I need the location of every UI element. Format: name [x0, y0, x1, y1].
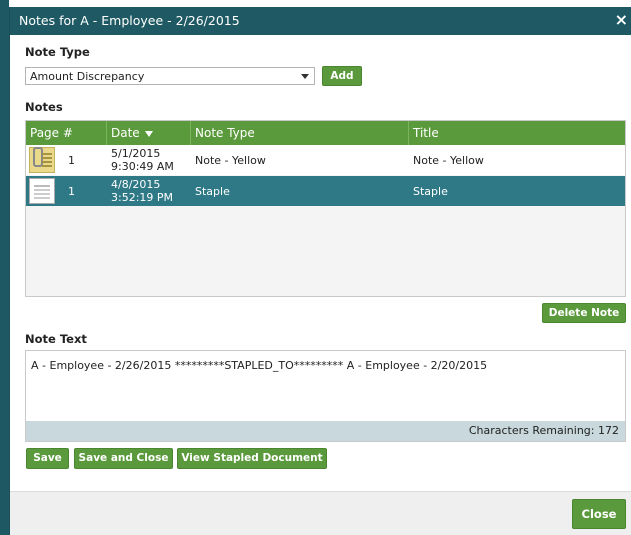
notes-label: Notes [25, 100, 63, 114]
add-note-type-button[interactable]: Add [322, 66, 362, 86]
column-header-page[interactable]: Page # [26, 121, 107, 145]
row-note-type: Note - Yellow [195, 153, 266, 167]
close-icon[interactable]: × [615, 11, 628, 29]
row-title: Staple [413, 184, 448, 198]
dialog-title: Notes for A - Employee - 2/26/2015 [19, 13, 240, 28]
dialog-title-bar: Notes for A - Employee - 2/26/2015 × [10, 7, 631, 35]
note-type-label: Note Type [25, 45, 90, 59]
note-text-value: A - Employee - 2/26/2015 *********STAPLE… [31, 359, 488, 372]
stapled-document-thumbnail-icon [29, 178, 55, 204]
row-page: 1 [68, 153, 75, 167]
close-button[interactable]: Close [572, 499, 626, 529]
characters-remaining: Characters Remaining: 172 [26, 421, 625, 441]
notes-dialog: Notes for A - Employee - 2/26/2015 × Not… [9, 7, 631, 535]
sort-descending-icon [144, 130, 153, 137]
row-date: 5/1/2015 9:30:49 AM [111, 147, 174, 173]
save-and-close-button[interactable]: Save and Close [74, 448, 173, 469]
row-date: 4/8/2015 3:52:19 PM [111, 178, 174, 204]
row-page: 1 [68, 184, 75, 198]
note-text-area[interactable]: A - Employee - 2/26/2015 *********STAPLE… [25, 350, 626, 442]
note-text-label: Note Text [25, 332, 87, 346]
column-header-date[interactable]: Date [107, 121, 191, 145]
delete-note-button[interactable]: Delete Note [542, 303, 626, 323]
view-stapled-document-button[interactable]: View Stapled Document [177, 448, 327, 469]
save-button[interactable]: Save [26, 448, 69, 469]
backdrop [0, 0, 9, 535]
row-title: Note - Yellow [413, 153, 484, 167]
table-row-selected[interactable]: 1 4/8/2015 3:52:19 PM Staple Staple [26, 176, 625, 206]
note-type-select[interactable]: Amount Discrepancy [25, 67, 315, 85]
row-note-type: Staple [195, 184, 230, 198]
notes-grid: Page # Date Note Type Title 1 5/1/2015 9… [25, 120, 626, 297]
sticky-note-thumbnail-icon [29, 147, 55, 173]
notes-grid-header: Page # Date Note Type Title [26, 121, 625, 145]
chevron-down-icon [301, 74, 309, 79]
column-header-title[interactable]: Title [409, 121, 625, 145]
dialog-footer: Close [10, 491, 631, 535]
note-type-selected-value: Amount Discrepancy [30, 70, 145, 83]
column-header-note-type[interactable]: Note Type [191, 121, 409, 145]
table-row[interactable]: 1 5/1/2015 9:30:49 AM Note - Yellow Note… [26, 145, 625, 175]
